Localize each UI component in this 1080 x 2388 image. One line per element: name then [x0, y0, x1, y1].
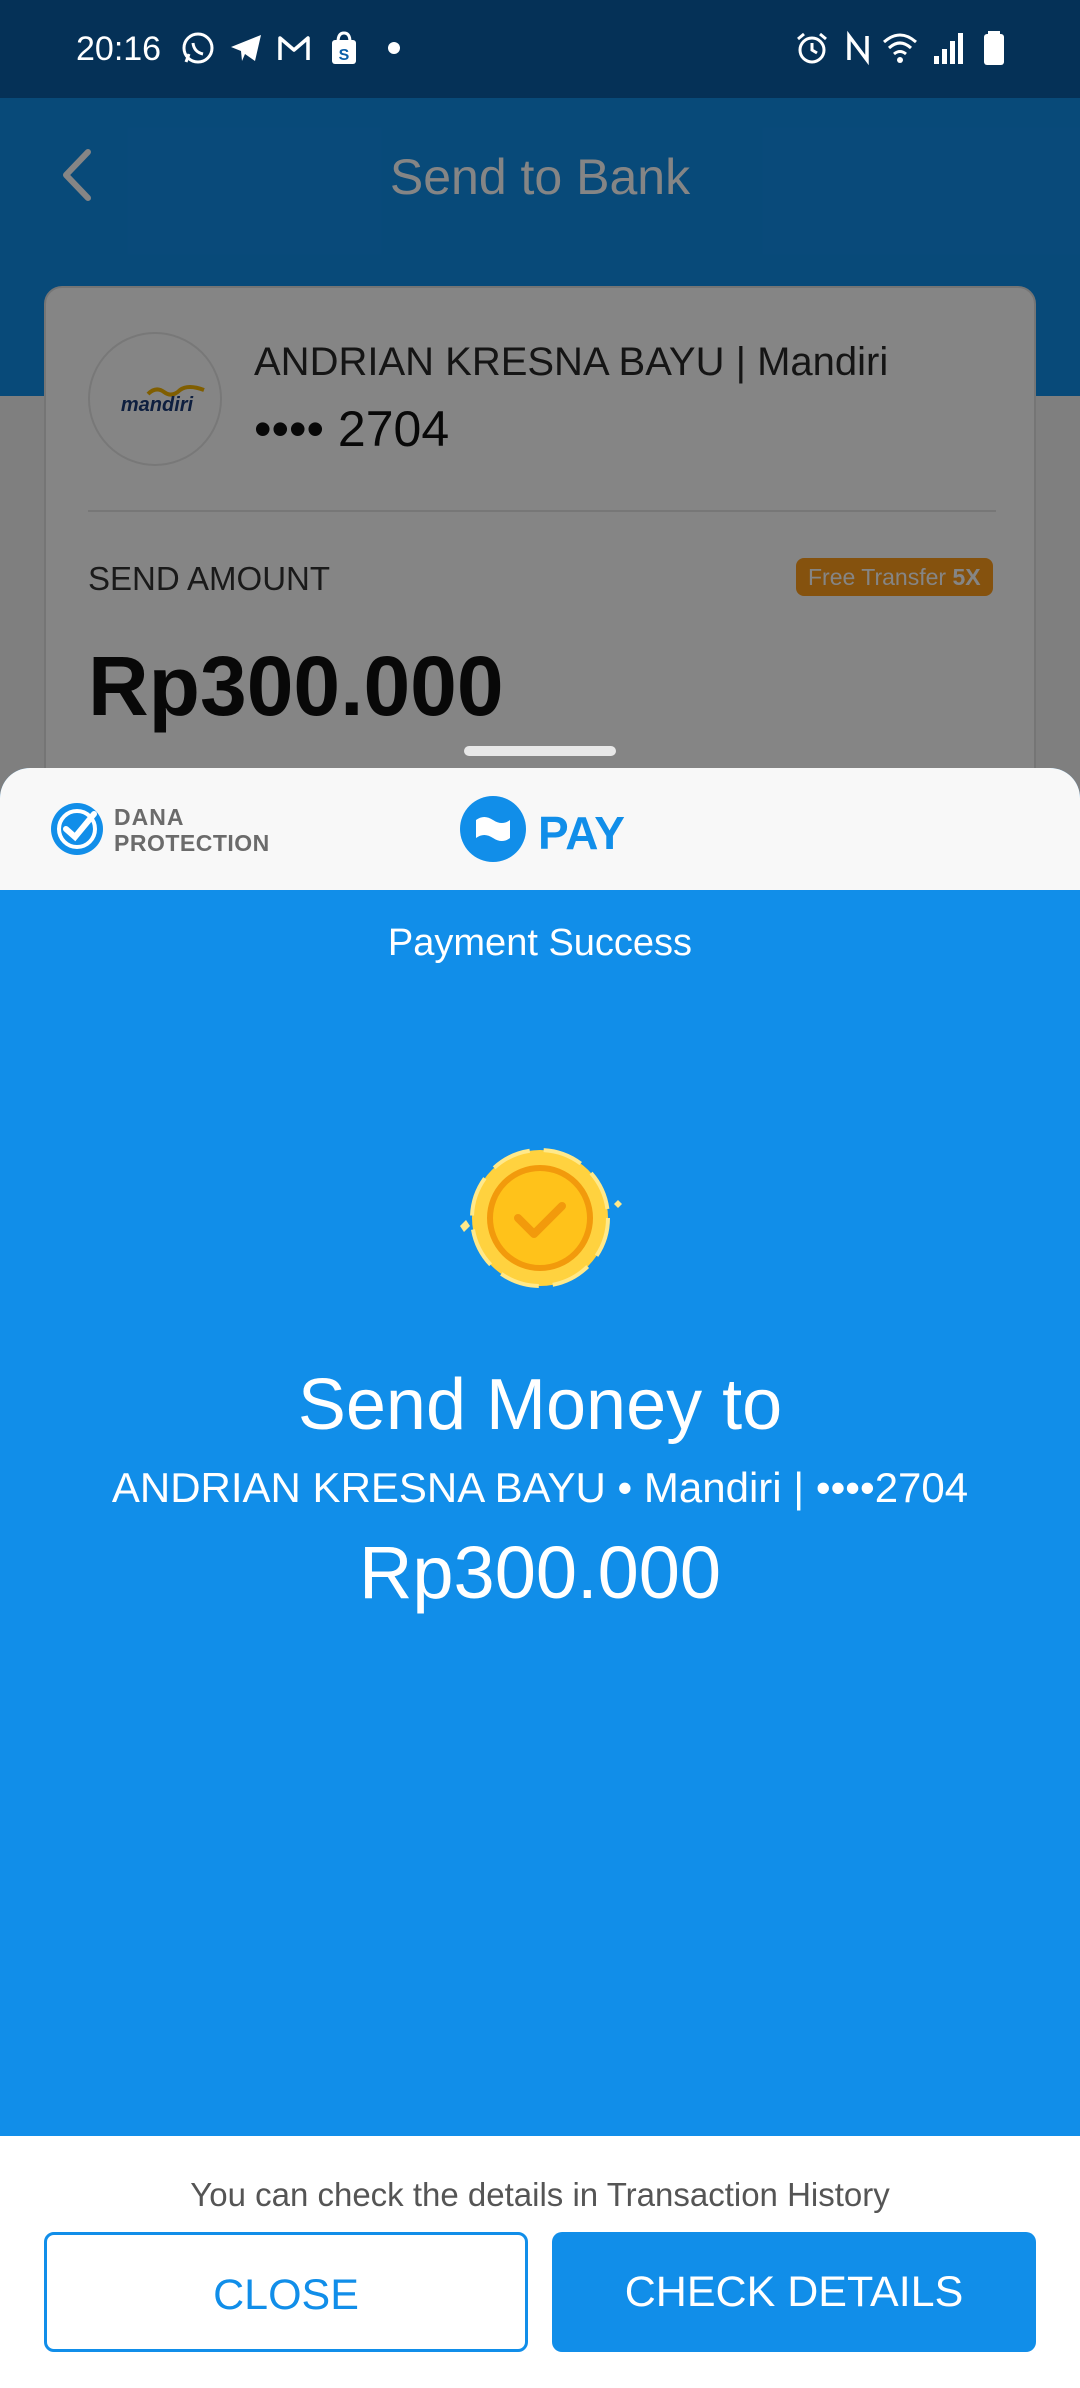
- payment-result-sheet: DANA PROTECTION PAY Payment Success Send…: [0, 768, 1080, 2388]
- telegram-icon: [231, 35, 261, 61]
- shopping-bag-icon: S: [332, 31, 356, 64]
- nfc-icon: [847, 30, 869, 66]
- status-bar: 20:16 S: [0, 0, 1080, 98]
- dana-protection-logo: DANA PROTECTION: [48, 800, 288, 860]
- notification-dot-icon: [388, 42, 400, 54]
- signal-icon: [934, 33, 963, 64]
- wallet-icon: [476, 817, 510, 841]
- protection-line1: DANA: [114, 804, 185, 830]
- pay-label: PAY: [538, 807, 625, 859]
- success-coin-icon: [460, 1148, 622, 1288]
- wifi-icon: [883, 33, 917, 63]
- payment-status: Payment Success: [387, 922, 693, 964]
- close-button[interactable]: CLOSE: [44, 2232, 528, 2352]
- sheet-header: DANA PROTECTION PAY: [0, 768, 1080, 890]
- whatsapp-icon: [182, 32, 214, 64]
- status-time: 20:16: [76, 30, 162, 68]
- svg-text:S: S: [339, 47, 350, 64]
- gmail-icon: [278, 36, 310, 60]
- battery-icon: [984, 31, 1004, 65]
- send-money-amount: Rp300.000: [358, 1531, 722, 1614]
- protection-line2: PROTECTION: [114, 830, 270, 856]
- sheet-drag-handle[interactable]: [464, 746, 616, 756]
- send-money-title: Send Money to: [297, 1365, 783, 1445]
- dana-logo-icon: [460, 796, 526, 862]
- shield-check-icon: [51, 803, 103, 855]
- send-money-recipient: ANDRIAN KRESNA BAYU • Mandiri | ••••2704: [111, 1464, 969, 1511]
- transaction-history-note: You can check the details in Transaction…: [190, 2176, 890, 2213]
- alarm-icon: [797, 32, 827, 64]
- sheet-footer: You can check the details in Transaction…: [0, 2136, 1080, 2388]
- check-details-button[interactable]: CHECK DETAILS: [552, 2232, 1036, 2352]
